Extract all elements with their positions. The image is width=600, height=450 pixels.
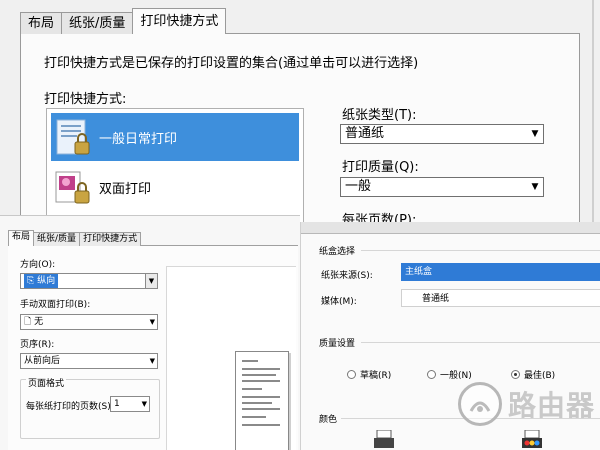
layout-tab-bar: 布局 纸张/质量 打印快捷方式 [8,230,142,246]
tray-section-title: 纸盒选择 [319,247,356,257]
print-quality-label: 打印质量(Q): [342,160,419,175]
color-section-title: 颜色 [319,415,338,425]
radio-label: 最佳(B) [524,371,556,381]
paper-source-label: 纸张来源(S): [321,271,373,281]
everyday-print-icon [53,117,93,157]
shortcuts-list-label: 打印快捷方式: [44,92,127,107]
router-logo-icon [458,382,502,426]
quality-section-title: 质量设置 [319,339,356,349]
tab-layout[interactable]: 布局 [8,230,35,246]
divider [361,250,600,251]
tab-paper-quality[interactable]: 纸张/质量 [33,232,81,246]
top-tab-bar: 布局 纸张/质量 打印快捷方式 [20,8,227,34]
duplex-value: 无 [34,317,44,327]
watermark-text: 路由器 [508,389,596,422]
dialog-top-edge [301,222,600,234]
page-icon: 🗋 [24,317,35,327]
chevron-down-icon: ▼ [531,182,539,192]
quality-draft-radio[interactable]: 草稿(R) [347,368,391,381]
paper-type-select[interactable]: 普通纸 ▼ [340,124,544,144]
page-preview-thumbnail [235,351,289,450]
portrait-icon: ⎘ [27,276,38,286]
radio-label: 一般(N) [440,371,472,381]
radio-label: 草稿(R) [360,371,392,381]
shortcuts-description: 打印快捷方式是已保存的打印设置的集合(通过单击可以进行选择) [44,56,419,71]
page-order-value: 从前向后 [24,356,61,366]
media-select[interactable]: 普通纸 [401,289,600,307]
media-label: 媒体(M): [321,297,357,307]
paper-type-value: 普通纸 [345,126,385,141]
orientation-value: 纵向 [37,276,56,286]
shortcuts-list[interactable]: 一般日常打印 双面打印 [46,108,304,222]
paper-source-select[interactable]: 主纸盒 [401,263,600,281]
chevron-down-icon: ▼ [149,357,155,365]
tab-layout[interactable]: 布局 [20,12,63,34]
grayscale-printer-icon [373,429,395,450]
shortcuts-dialog: 布局 纸张/质量 打印快捷方式 打印快捷方式是已保存的打印设置的集合(通过单击可… [0,0,600,222]
pages-per-sheet-label: 每张纸打印的页数(S) [26,402,111,412]
quality-normal-radio[interactable]: 一般(N) [427,368,472,381]
shortcut-item-duplex[interactable]: 双面打印 [51,163,299,211]
quality-best-radio[interactable]: 最佳(B) [511,368,555,381]
layout-dialog: 布局 纸张/质量 打印快捷方式 方向(O): ⎘ 纵向 ▼ 手动双面打印(B):… [0,215,300,450]
radio-button-selected-icon [511,370,520,379]
shortcut-item-label: 一般日常打印 [99,131,178,147]
page-order-select[interactable]: 从前向后 ▼ [20,353,158,369]
page-format-label: 页面格式 [26,376,67,389]
tab-paper-quality[interactable]: 纸张/质量 [61,12,134,34]
color-printer-icon [521,429,543,450]
duplex-print-icon [53,167,93,207]
divider [361,342,600,343]
page-order-label: 页序(R): [20,340,55,350]
duplex-label: 手动双面打印(B): [20,300,91,310]
chevron-down-icon: ▼ [149,318,155,326]
tab-print-shortcuts[interactable]: 打印快捷方式 [79,232,142,246]
duplex-select[interactable]: 🗋 无 ▼ [20,314,158,330]
radio-button-icon [427,370,436,379]
chevron-down-icon: ▼ [145,274,157,288]
shortcut-item-everyday[interactable]: 一般日常打印 [51,113,299,161]
radio-button-icon [347,370,356,379]
pages-per-sheet-select[interactable]: 1 ▼ [110,396,150,412]
orientation-select[interactable]: ⎘ 纵向 ▼ [20,273,158,289]
watermark: 路由器 [458,382,595,426]
shortcut-item-label: 双面打印 [99,181,152,197]
print-quality-select[interactable]: 一般 ▼ [340,177,544,197]
pages-per-sheet-label: 每张页数(P): [342,213,417,222]
chevron-down-icon: ▼ [141,400,147,408]
paper-type-label: 纸张类型(T): [342,108,417,123]
orientation-label: 方向(O): [20,260,56,270]
pages-per-sheet-value: 1 [114,399,120,409]
print-quality-value: 一般 [345,179,372,194]
tab-print-shortcuts[interactable]: 打印快捷方式 [132,8,227,34]
chevron-down-icon: ▼ [531,129,539,139]
layout-preview [166,266,296,450]
window-edge [592,0,594,222]
